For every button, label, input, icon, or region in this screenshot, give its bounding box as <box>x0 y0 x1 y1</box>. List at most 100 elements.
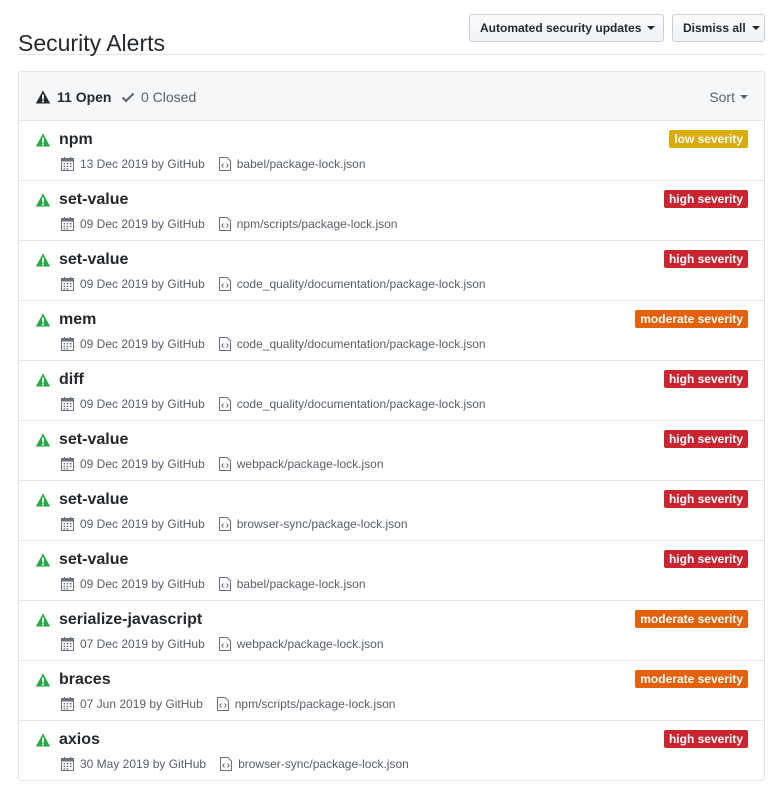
alert-date: 09 Dec 2019 by GitHub <box>80 277 205 291</box>
alert-meta: 09 Dec 2019 by GitHub browser-sync/packa… <box>61 517 408 531</box>
package-name[interactable]: diff <box>59 370 84 390</box>
file-code-icon <box>218 517 231 531</box>
package-name[interactable]: serialize-javascript <box>59 610 202 630</box>
severity-badge: high severity <box>663 250 748 268</box>
file-code-icon <box>218 277 231 291</box>
caret-down-icon <box>751 26 760 30</box>
open-count-label: 11 Open <box>57 88 112 105</box>
caret-down-icon <box>740 94 748 99</box>
calendar-icon <box>61 697 74 711</box>
alert-meta: 09 Dec 2019 by GitHub code_quality/docum… <box>61 277 486 291</box>
alerts-box-header: 11 Open 0 Closed Sort <box>19 72 764 121</box>
alert-date: 07 Dec 2019 by GitHub <box>80 637 205 651</box>
severity-badge: high severity <box>663 190 748 208</box>
calendar-icon <box>61 577 74 591</box>
package-name[interactable]: set-value <box>59 250 128 270</box>
package-name[interactable]: mem <box>59 310 96 330</box>
file-code-icon <box>218 637 231 651</box>
calendar-icon <box>61 757 74 771</box>
alert-row[interactable]: serialize-javascript moderate severity 0… <box>19 601 764 661</box>
alert-meta: 09 Dec 2019 by GitHub npm/scripts/packag… <box>61 217 397 231</box>
alert-meta: 09 Dec 2019 by GitHub webpack/package-lo… <box>61 457 384 471</box>
alert-icon <box>35 613 51 627</box>
manifest-path[interactable]: code_quality/documentation/package-lock.… <box>237 337 486 351</box>
manifest-path[interactable]: code_quality/documentation/package-lock.… <box>237 397 486 411</box>
alert-icon <box>35 253 51 267</box>
file-code-icon <box>218 157 231 171</box>
alert-row[interactable]: mem moderate severity 09 Dec 2019 by Git… <box>19 301 764 361</box>
alert-icon <box>35 553 51 567</box>
calendar-icon <box>61 637 74 651</box>
manifest-path[interactable]: webpack/package-lock.json <box>237 637 384 651</box>
alert-meta: 09 Dec 2019 by GitHub code_quality/docum… <box>61 397 486 411</box>
dismiss-all-button[interactable]: Dismiss all <box>672 14 765 42</box>
alert-meta: 13 Dec 2019 by GitHub babel/package-lock… <box>61 157 366 171</box>
closed-filter[interactable]: 0 Closed <box>121 72 196 121</box>
manifest-path[interactable]: code_quality/documentation/package-lock.… <box>237 277 486 291</box>
file-code-icon <box>220 757 233 771</box>
file-code-icon <box>216 697 229 711</box>
alert-date: 09 Dec 2019 by GitHub <box>80 397 205 411</box>
alert-meta: 30 May 2019 by GitHub browser-sync/packa… <box>61 757 409 771</box>
severity-badge: moderate severity <box>635 310 748 328</box>
closed-count-label: 0 Closed <box>141 88 197 105</box>
manifest-path[interactable]: browser-sync/package-lock.json <box>237 517 408 531</box>
manifest-path[interactable]: npm/scripts/package-lock.json <box>235 697 396 711</box>
alert-icon <box>35 673 51 687</box>
alert-date: 09 Dec 2019 by GitHub <box>80 517 205 531</box>
package-name[interactable]: set-value <box>59 490 128 510</box>
severity-badge: high severity <box>663 490 748 508</box>
severity-badge: moderate severity <box>635 670 748 688</box>
severity-badge: high severity <box>663 550 748 568</box>
alert-meta: 07 Dec 2019 by GitHub webpack/package-lo… <box>61 637 384 651</box>
alert-icon <box>35 90 51 103</box>
package-name[interactable]: set-value <box>59 190 128 210</box>
package-name[interactable]: set-value <box>59 550 128 570</box>
alert-row[interactable]: braces moderate severity 07 Jun 2019 by … <box>19 661 764 721</box>
package-name[interactable]: braces <box>59 670 111 690</box>
sort-label: Sort <box>709 88 735 105</box>
alert-icon <box>35 133 51 147</box>
page-title: Security Alerts <box>18 30 165 57</box>
severity-badge: low severity <box>669 130 748 148</box>
alert-row[interactable]: set-value high severity 09 Dec 2019 by G… <box>19 181 764 241</box>
manifest-path[interactable]: npm/scripts/package-lock.json <box>237 217 398 231</box>
alert-date: 09 Dec 2019 by GitHub <box>80 337 205 351</box>
calendar-icon <box>61 517 74 531</box>
alert-list: npm low severity 13 Dec 2019 by GitHub b… <box>19 121 764 780</box>
package-name[interactable]: set-value <box>59 430 128 450</box>
manifest-path[interactable]: webpack/package-lock.json <box>237 457 384 471</box>
alert-icon <box>35 733 51 747</box>
alert-date: 09 Dec 2019 by GitHub <box>80 457 205 471</box>
alert-row[interactable]: set-value high severity 09 Dec 2019 by G… <box>19 421 764 481</box>
file-code-icon <box>218 337 231 351</box>
alert-row[interactable]: npm low severity 13 Dec 2019 by GitHub b… <box>19 121 764 181</box>
open-filter[interactable]: 11 Open <box>35 72 111 121</box>
alert-date: 30 May 2019 by GitHub <box>80 757 207 771</box>
alert-icon <box>35 373 51 387</box>
alert-date: 07 Jun 2019 by GitHub <box>80 697 203 711</box>
alert-row[interactable]: diff high severity 09 Dec 2019 by GitHub <box>19 361 764 421</box>
manifest-path[interactable]: browser-sync/package-lock.json <box>238 757 409 771</box>
manifest-path[interactable]: babel/package-lock.json <box>237 577 366 591</box>
package-name[interactable]: axios <box>59 730 100 750</box>
alert-meta: 09 Dec 2019 by GitHub code_quality/docum… <box>61 337 486 351</box>
package-name[interactable]: npm <box>59 130 93 150</box>
dismiss-all-label: Dismiss all <box>683 21 746 35</box>
alert-row[interactable]: set-value high severity 09 Dec 2019 by G… <box>19 241 764 301</box>
alert-meta: 09 Dec 2019 by GitHub babel/package-lock… <box>61 577 366 591</box>
alert-row[interactable]: set-value high severity 09 Dec 2019 by G… <box>19 481 764 541</box>
calendar-icon <box>61 157 74 171</box>
sort-dropdown[interactable]: Sort <box>709 72 748 121</box>
file-code-icon <box>218 217 231 231</box>
file-code-icon <box>218 397 231 411</box>
alert-icon <box>35 313 51 327</box>
manifest-path[interactable]: babel/package-lock.json <box>237 157 366 171</box>
alert-row[interactable]: axios high severity 30 May 2019 by GitHu… <box>19 721 764 780</box>
automated-security-updates-button[interactable]: Automated security updates <box>469 14 664 42</box>
page-header: Security Alerts Automated security updat… <box>18 0 765 57</box>
severity-badge: high severity <box>663 430 748 448</box>
file-code-icon <box>218 577 231 591</box>
alert-row[interactable]: set-value high severity 09 Dec 2019 by G… <box>19 541 764 601</box>
calendar-icon <box>61 337 74 351</box>
